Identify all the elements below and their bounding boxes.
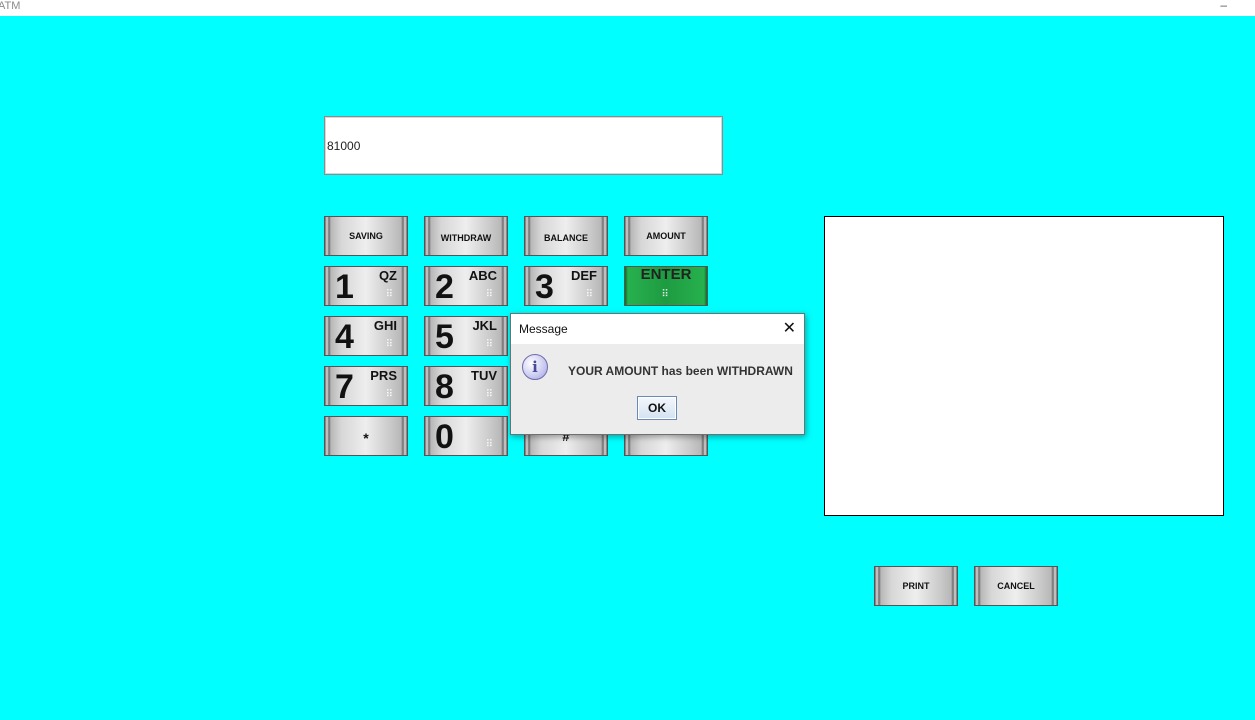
saving-button[interactable]: SAVING — [324, 216, 408, 256]
key-5-letters: JKL — [472, 318, 497, 333]
withdraw-label: WITHDRAW — [440, 233, 492, 243]
cancel-button[interactable]: CANCEL — [974, 566, 1058, 606]
enter-label: ENTER — [640, 266, 692, 283]
minimize-button[interactable]: – — [1220, 0, 1227, 11]
info-icon: i — [522, 354, 548, 380]
message-dialog: Message ✕ i YOUR AMOUNT has been WITHDRA… — [510, 313, 805, 435]
withdraw-button[interactable]: WITHDRAW — [424, 216, 508, 256]
dialog-message: YOUR AMOUNT has been WITHDRAWN — [568, 364, 793, 378]
key-7-letters: PRS — [370, 368, 397, 383]
ok-button[interactable]: OK — [637, 396, 677, 420]
key-4[interactable]: 4 GHI ⠿ — [324, 316, 408, 356]
receipt-panel — [824, 216, 1224, 516]
braille-icon: ⠿ — [485, 339, 495, 350]
amount-label: AMOUNT — [646, 231, 686, 241]
key-7-digit: 7 — [335, 368, 354, 406]
print-label: PRINT — [902, 581, 930, 591]
dialog-titlebar: Message ✕ — [511, 314, 804, 344]
key-5-digit: 5 — [435, 318, 454, 356]
key-3-digit: 3 — [535, 268, 554, 306]
braille-icon: ⠿ — [385, 389, 395, 400]
braille-icon: ⠿ — [485, 439, 495, 450]
braille-icon: ⠿ — [485, 289, 495, 300]
window-title: ATM — [0, 0, 21, 12]
dialog-title: Message — [519, 322, 568, 336]
key-3[interactable]: 3 DEF ⠿ — [524, 266, 608, 306]
key-1-digit: 1 — [335, 268, 354, 306]
key-3-letters: DEF — [571, 268, 597, 283]
key-0-digit: 0 — [435, 418, 454, 456]
key-7[interactable]: 7 PRS ⠿ — [324, 366, 408, 406]
braille-icon: ⠿ — [585, 289, 595, 300]
key-8-digit: 8 — [435, 368, 454, 406]
amount-button[interactable]: AMOUNT — [624, 216, 708, 256]
braille-icon: ⠿ — [485, 389, 495, 400]
key-4-digit: 4 — [335, 318, 354, 356]
braille-icon: ⠿ — [661, 289, 671, 300]
key-4-letters: GHI — [373, 318, 397, 333]
key-star[interactable]: * — [324, 416, 408, 456]
balance-button[interactable]: BALANCE — [524, 216, 608, 256]
cancel-label: CANCEL — [997, 581, 1035, 591]
saving-label: SAVING — [349, 231, 383, 241]
key-8-letters: TUV — [471, 368, 497, 383]
key-star-label: * — [363, 430, 369, 446]
window-titlebar: ATM – — [0, 0, 1255, 16]
braille-icon: ⠿ — [385, 339, 395, 350]
key-0[interactable]: 0 ⠿ — [424, 416, 508, 456]
key-8[interactable]: 8 TUV ⠿ — [424, 366, 508, 406]
close-icon[interactable]: ✕ — [783, 318, 796, 338]
key-2-digit: 2 — [435, 268, 454, 306]
key-2[interactable]: 2 ABC ⠿ — [424, 266, 508, 306]
enter-button[interactable]: ENTER ⠿ — [624, 266, 708, 306]
balance-label: BALANCE — [544, 232, 588, 243]
braille-icon: ⠿ — [385, 289, 395, 300]
key-2-letters: ABC — [468, 268, 497, 283]
key-1[interactable]: 1 QZ ⠿ — [324, 266, 408, 306]
key-1-letters: QZ — [378, 268, 397, 283]
key-5[interactable]: 5 JKL ⠿ — [424, 316, 508, 356]
print-button[interactable]: PRINT — [874, 566, 958, 606]
amount-display[interactable]: 81000 — [324, 116, 723, 175]
